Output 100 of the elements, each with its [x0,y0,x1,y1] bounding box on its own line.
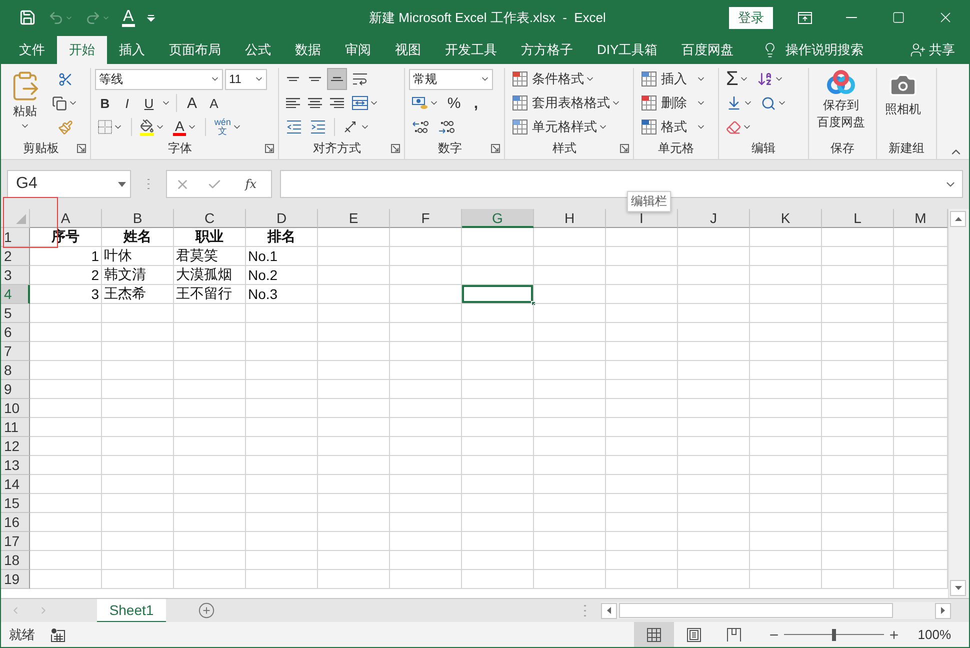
table-cell[interactable] [174,304,246,323]
row-header[interactable]: 10 [1,399,30,418]
table-cell[interactable] [246,361,318,380]
table-cell[interactable] [102,532,174,551]
font-style-button[interactable]: I [117,92,137,114]
row-header[interactable]: 2 [1,247,30,266]
table-cell[interactable] [534,399,606,418]
scroll-left-button[interactable] [601,602,617,618]
table-cell[interactable] [318,456,390,475]
table-cell[interactable] [102,380,174,399]
column-header[interactable]: I [606,209,678,228]
table-cell[interactable] [102,342,174,361]
table-cell[interactable] [318,342,390,361]
table-cell[interactable]: No.3 [246,285,318,304]
table-cell[interactable] [462,342,534,361]
table-cell[interactable] [318,247,390,266]
table-cell[interactable] [174,380,246,399]
table-cell[interactable] [102,475,174,494]
table-cell[interactable] [462,570,534,589]
table-cell[interactable] [750,418,822,437]
table-cell[interactable] [462,323,534,342]
table-cell[interactable] [390,266,462,285]
table-cell[interactable] [678,418,750,437]
ribbon-tab[interactable]: DIY工具箱 [585,36,670,64]
table-cell[interactable] [390,532,462,551]
table-cell[interactable] [390,247,462,266]
table-cell[interactable] [750,304,822,323]
table-cell[interactable] [534,551,606,570]
column-header[interactable]: K [750,209,822,228]
comma-button[interactable]: , [466,92,486,114]
ribbon-tab[interactable]: 开始 [57,36,107,64]
column-header[interactable]: E [318,209,390,228]
font-name-field[interactable]: 等线 [95,68,223,90]
table-cell[interactable] [678,532,750,551]
table-cell[interactable]: 王杰希 [102,285,174,304]
table-cell[interactable] [606,513,678,532]
column-header[interactable]: G [462,209,534,228]
table-cell[interactable] [606,266,678,285]
name-box[interactable]: G4 [7,170,131,198]
table-cell[interactable] [606,551,678,570]
dialog-launcher-icon[interactable] [77,144,86,153]
table-cell[interactable] [390,361,462,380]
table-cell[interactable]: No.1 [246,247,318,266]
table-cell[interactable] [30,532,102,551]
table-cell[interactable] [30,551,102,570]
table-cell[interactable] [678,456,750,475]
table-cell[interactable] [534,361,606,380]
table-cell[interactable] [750,323,822,342]
paste-button[interactable]: 粘贴 [5,68,45,138]
table-cell[interactable] [318,513,390,532]
table-cell[interactable] [750,456,822,475]
table-cell[interactable] [174,418,246,437]
table-cell[interactable] [390,551,462,570]
table-cell[interactable] [246,342,318,361]
table-cell[interactable] [606,304,678,323]
row-header[interactable]: 5 [1,304,30,323]
column-header[interactable]: F [390,209,462,228]
table-cell[interactable] [30,380,102,399]
row-header[interactable]: 16 [1,513,30,532]
table-cell[interactable] [246,323,318,342]
ribbon-tab[interactable]: 数据 [283,36,333,64]
row-header[interactable]: 19 [1,570,30,589]
table-cell[interactable] [822,323,894,342]
table-cell[interactable] [390,342,462,361]
table-cell[interactable] [30,323,102,342]
vertical-align-button[interactable] [327,68,347,90]
sheet-tab[interactable]: Sheet1 [97,598,166,622]
table-cell[interactable] [822,437,894,456]
autosum-button[interactable]: Σ [723,68,752,90]
table-cell[interactable] [822,551,894,570]
table-cell[interactable] [534,494,606,513]
table-cell[interactable] [318,570,390,589]
table-cell[interactable] [30,513,102,532]
row-header[interactable]: 9 [1,380,30,399]
horizontal-scrollbar[interactable] [601,602,951,619]
table-cell[interactable] [246,418,318,437]
table-cell[interactable] [534,304,606,323]
table-cell[interactable] [390,513,462,532]
table-cell[interactable] [678,551,750,570]
table-cell[interactable] [678,266,750,285]
table-cell[interactable] [606,228,678,247]
table-cell[interactable] [462,266,534,285]
table-cell[interactable] [174,475,246,494]
table-cell[interactable] [822,228,894,247]
table-cell[interactable] [318,532,390,551]
table-cell[interactable] [534,380,606,399]
table-cell[interactable] [246,551,318,570]
font-color-button[interactable]: A [122,8,135,26]
table-cell[interactable] [246,513,318,532]
table-cell[interactable] [174,361,246,380]
table-cell[interactable] [390,399,462,418]
ribbon-tab[interactable]: 页面布局 [157,36,233,64]
table-cell[interactable] [246,456,318,475]
table-cell[interactable] [246,304,318,323]
table-cell[interactable] [390,456,462,475]
ribbon-tab[interactable]: 百度网盘 [670,36,746,64]
table-cell[interactable] [678,247,750,266]
table-cell[interactable] [102,304,174,323]
table-cell[interactable] [462,437,534,456]
table-cell[interactable] [750,532,822,551]
